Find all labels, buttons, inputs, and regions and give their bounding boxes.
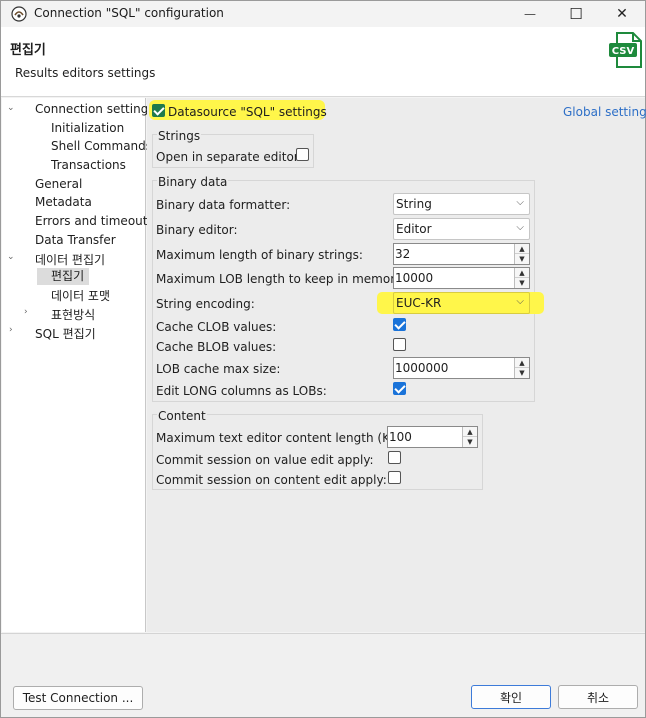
lob-cache-label: LOB cache max size:	[156, 362, 281, 376]
spin-up-icon[interactable]: ▲	[515, 358, 529, 368]
binary-editor-select[interactable]: Editor ⌵	[393, 218, 530, 240]
tree-item-connection-settings[interactable]: Connection settings	[35, 102, 155, 116]
minimize-button[interactable]: —	[507, 1, 553, 27]
maximize-icon: ☐	[569, 5, 583, 23]
max-text-value: 100	[389, 430, 412, 444]
spin-up-icon[interactable]: ▲	[515, 244, 529, 254]
title-bar: Connection "SQL" configuration — ☐ ✕	[1, 1, 645, 27]
datasource-settings-label: Datasource "SQL" settings	[168, 105, 327, 119]
spin-down-icon[interactable]: ▼	[515, 278, 529, 288]
commit-content-label: Commit session on content edit apply:	[156, 473, 387, 487]
dialog-header: 편집기 Results editors settings CSV	[1, 27, 645, 97]
binary-formatter-select[interactable]: String ⌵	[393, 193, 530, 215]
tree-item-editor[interactable]: 편집기	[37, 268, 89, 285]
spin-down-icon[interactable]: ▼	[463, 437, 477, 447]
settings-content: Datasource "SQL" settings Global setting…	[147, 98, 646, 632]
spin-down-icon[interactable]: ▼	[515, 368, 529, 378]
page-title: 편집기	[10, 43, 46, 58]
spin-up-icon[interactable]: ▲	[463, 427, 477, 437]
open-separate-checkbox[interactable]	[296, 148, 309, 161]
chevron-down-icon[interactable]: ⌄	[7, 252, 15, 262]
max-text-label: Maximum text editor content length (KB):	[156, 431, 407, 445]
close-icon: ✕	[616, 6, 628, 22]
strings-group-title: Strings	[157, 129, 202, 143]
cancel-button[interactable]: 취소	[558, 685, 638, 709]
tree-item-data-editor[interactable]: 데이터 편집기	[35, 251, 105, 268]
chevron-down-icon[interactable]: ⌄	[7, 103, 15, 113]
tree-item-data-transfer[interactable]: Data Transfer	[35, 233, 116, 247]
max-binary-spinner[interactable]: 32 ▲ ▼	[393, 243, 530, 265]
binary-editor-value: Editor	[396, 222, 432, 236]
max-text-spinner[interactable]: 100 ▲ ▼	[387, 426, 478, 448]
open-separate-label: Open in separate editor:	[156, 150, 303, 164]
dbeaver-app-icon	[11, 6, 27, 22]
datasource-settings-checkbox[interactable]	[152, 104, 165, 117]
commit-value-label: Commit session on value edit apply:	[156, 453, 374, 467]
tree-item-presentation[interactable]: 표현방식	[51, 306, 95, 323]
binary-editor-label: Binary editor:	[156, 223, 238, 237]
commit-content-checkbox[interactable]	[388, 471, 401, 484]
cache-clob-checkbox[interactable]	[393, 318, 406, 331]
cache-clob-label: Cache CLOB values:	[156, 320, 277, 334]
chevron-right-icon[interactable]: ›	[24, 307, 28, 317]
tree-item-data-format[interactable]: 데이터 포맷	[51, 287, 110, 304]
chevron-right-icon[interactable]: ›	[9, 325, 13, 335]
tree-item-sql-editor[interactable]: SQL 편집기	[35, 325, 96, 342]
tree-item-shell-commands[interactable]: Shell Commands	[51, 139, 152, 153]
close-button[interactable]: ✕	[599, 1, 645, 27]
cache-blob-checkbox[interactable]	[393, 338, 406, 351]
tree-item-metadata[interactable]: Metadata	[35, 195, 92, 209]
settings-tree: ⌄ Connection settings Initialization She…	[2, 98, 155, 632]
global-settings-link[interactable]: Global settings	[563, 105, 646, 119]
minimize-icon: —	[524, 7, 536, 21]
max-lob-value: 10000	[395, 271, 434, 285]
dialog-footer: Test Connection ... 확인 취소	[1, 633, 645, 717]
lob-cache-spinner[interactable]: 1000000 ▲ ▼	[393, 357, 530, 379]
edit-long-label: Edit LONG columns as LOBs:	[156, 384, 327, 398]
tree-item-errors-timeouts[interactable]: Errors and timeouts	[35, 214, 154, 228]
chevron-down-icon: ⌵	[516, 222, 524, 233]
dialog-window: Connection "SQL" configuration — ☐ ✕ 편집기…	[0, 0, 646, 718]
test-connection-button[interactable]: Test Connection ...	[13, 686, 143, 710]
max-lob-label: Maximum LOB length to keep in memory:	[156, 272, 406, 286]
string-encoding-select[interactable]: EUC-KR ⌵	[393, 292, 530, 314]
maximize-button[interactable]: ☐	[553, 1, 599, 27]
tree-item-transactions[interactable]: Transactions	[51, 158, 126, 172]
string-encoding-value: EUC-KR	[396, 296, 442, 310]
edit-long-checkbox[interactable]	[393, 382, 406, 395]
binary-data-group-title: Binary data	[157, 175, 229, 189]
chevron-down-icon: ⌵	[516, 296, 524, 307]
spin-down-icon[interactable]: ▼	[515, 254, 529, 264]
chevron-down-icon: ⌵	[516, 197, 524, 208]
formatter-label: Binary data formatter:	[156, 198, 291, 212]
encoding-label: String encoding:	[156, 297, 255, 311]
content-group-title: Content	[157, 409, 207, 423]
binary-formatter-value: String	[396, 197, 432, 211]
csv-icon-label: CSV	[612, 46, 635, 57]
ok-button[interactable]: 확인	[471, 685, 551, 709]
commit-value-checkbox[interactable]	[388, 451, 401, 464]
max-binary-label: Maximum length of binary strings:	[156, 248, 363, 262]
cache-blob-label: Cache BLOB values:	[156, 340, 277, 354]
tree-item-general[interactable]: General	[35, 177, 82, 191]
spin-up-icon[interactable]: ▲	[515, 268, 529, 278]
window-title: Connection "SQL" configuration	[34, 6, 224, 20]
tree-item-initialization[interactable]: Initialization	[51, 121, 124, 135]
lob-cache-value: 1000000	[395, 361, 449, 375]
max-lob-spinner[interactable]: 10000 ▲ ▼	[393, 267, 530, 289]
csv-icon: CSV	[609, 32, 642, 68]
page-subtitle: Results editors settings	[15, 66, 156, 80]
max-binary-value: 32	[395, 247, 411, 261]
